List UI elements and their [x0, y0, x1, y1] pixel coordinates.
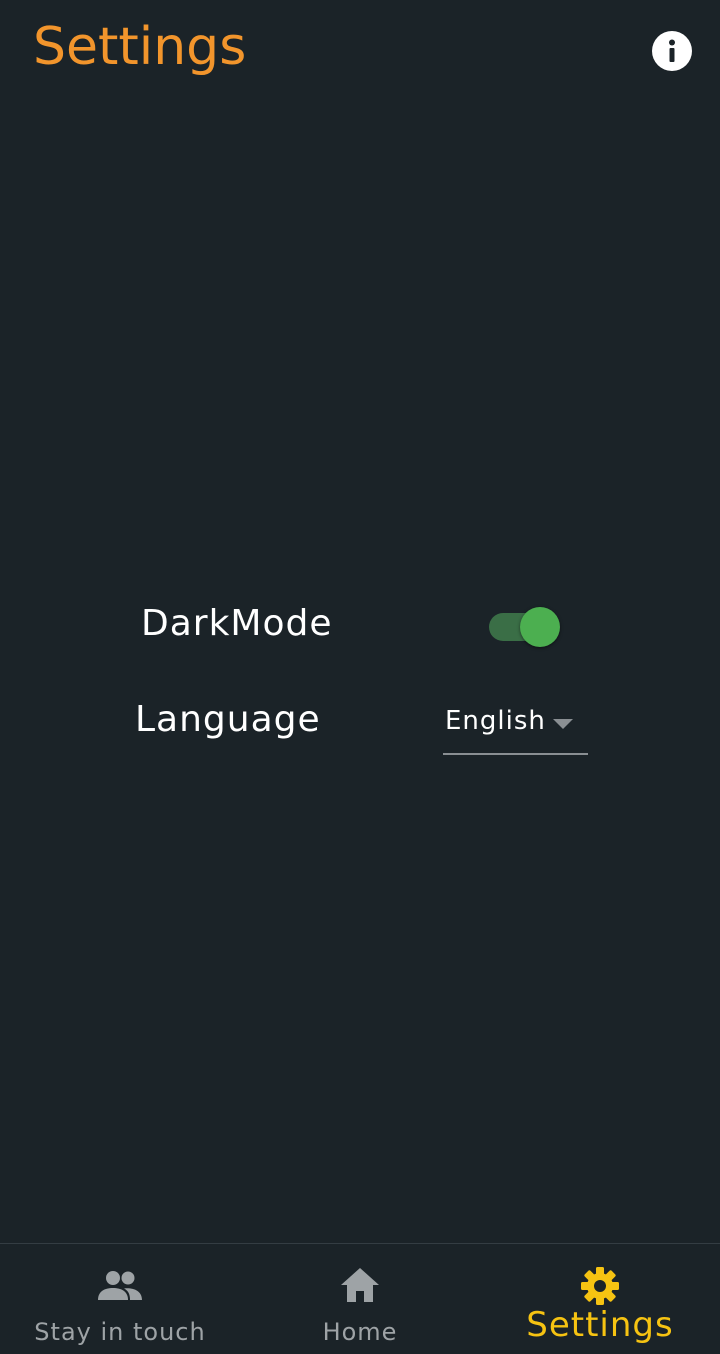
language-label: Language [135, 699, 321, 740]
nav-item-stay-in-touch[interactable]: Stay in touch [0, 1244, 240, 1354]
info-icon [669, 39, 675, 62]
page-title: Settings [33, 17, 247, 77]
info-button[interactable] [652, 31, 692, 71]
dark-mode-label: DarkMode [141, 603, 333, 644]
dark-mode-toggle[interactable] [488, 606, 562, 648]
language-select[interactable]: English [443, 697, 588, 755]
nav-label-home: Home [322, 1318, 398, 1346]
nav-item-home[interactable]: Home [240, 1244, 480, 1354]
app-header: Settings [0, 0, 720, 100]
people-icon [98, 1271, 142, 1300]
toggle-thumb [520, 607, 560, 647]
gear-icon [581, 1267, 619, 1305]
nav-label-settings: Settings [526, 1305, 674, 1345]
nav-item-settings[interactable]: Settings [480, 1244, 720, 1354]
home-icon [341, 1268, 379, 1302]
bottom-nav: Stay in touch Home Settings [0, 1243, 720, 1354]
dropdown-arrow-icon [553, 719, 573, 729]
language-select-value: English [445, 706, 546, 736]
nav-label-stay-in-touch: Stay in touch [34, 1318, 206, 1346]
